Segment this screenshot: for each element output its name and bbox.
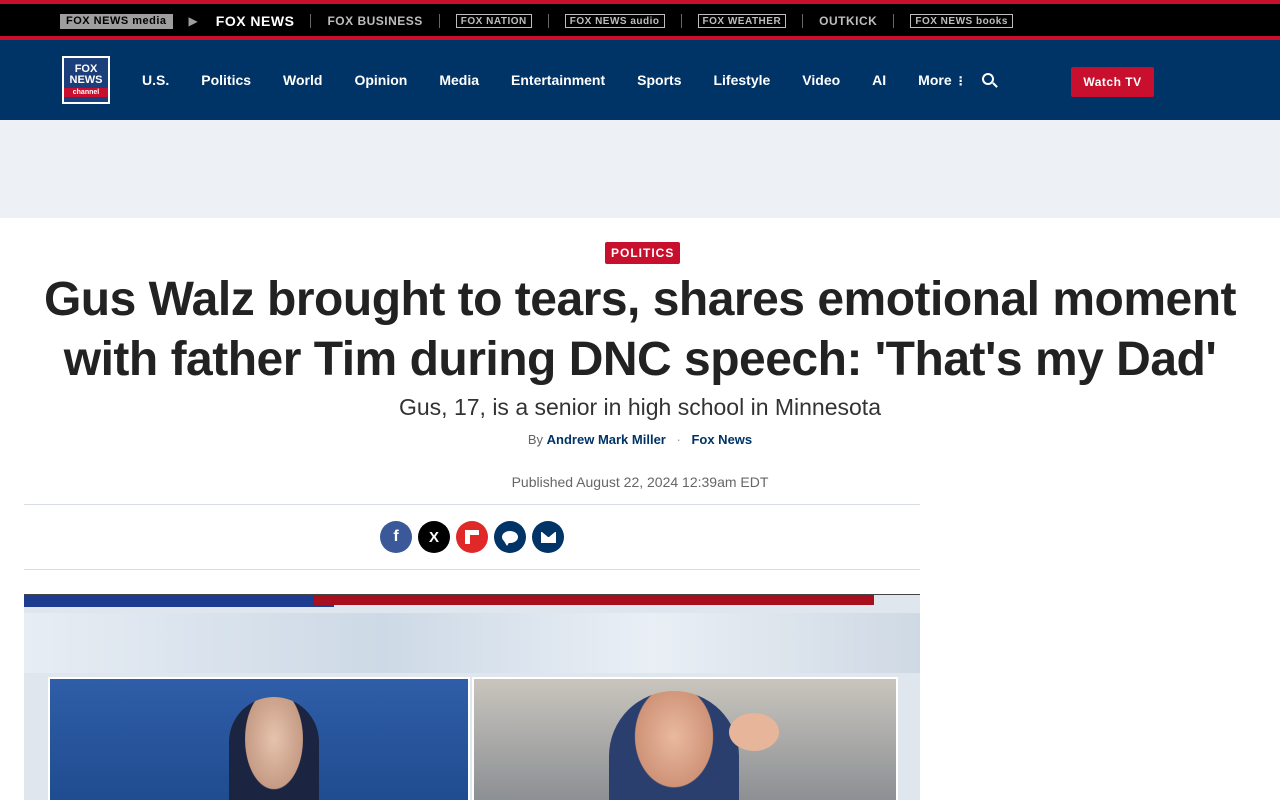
main-navigation: FOX NEWS channel U.S. Politics World Opi… [0,40,1280,120]
flipboard-share-button[interactable] [456,521,488,553]
source-link[interactable]: Fox News [691,432,752,447]
search-icon-handle [992,82,998,88]
image-backdrop [24,613,920,673]
brand-fox-news-books[interactable]: FOX NEWS books [910,14,1013,28]
x-icon: X [428,528,439,546]
logo-text-channel: channel [64,87,108,97]
image-speaker-figure [229,697,319,800]
featured-image[interactable] [24,594,920,800]
brand-fox-news-media[interactable]: FOX NEWS media [60,13,173,29]
brand-divider [310,14,312,28]
nav-item-sports[interactable]: Sports [621,72,697,88]
brand-divider [802,14,804,28]
brand-fox-business[interactable]: FOX BUSINESS [327,14,422,28]
more-dots-icon: ⋮ [954,74,967,88]
nav-item-more[interactable]: More ⋮ [902,72,982,88]
nav-item-video[interactable]: Video [786,72,856,88]
network-brand-bar: FOX NEWS media ▶ FOX NEWS FOX BUSINESS F… [0,0,1280,40]
facebook-share-button[interactable]: f [380,521,412,553]
nav-item-lifestyle[interactable]: Lifestyle [697,72,786,88]
logo-text-news: NEWS [69,73,103,86]
comments-button[interactable] [494,521,526,553]
ad-placeholder [0,120,1280,218]
nav-item-opinion[interactable]: Opinion [338,72,423,88]
brand-divider [893,14,895,28]
nav-item-entertainment[interactable]: Entertainment [495,72,621,88]
nav-menu: U.S. Politics World Opinion Media Entert… [126,40,983,120]
email-share-button[interactable] [532,521,564,553]
image-pointing-hand [729,713,779,751]
nav-item-us[interactable]: U.S. [126,72,185,88]
published-timestamp: Published August 22, 2024 12:39am EDT [511,474,769,490]
byline-separator: · [676,432,681,447]
brand-fox-weather[interactable]: FOX WEATHER [697,14,787,28]
share-bar: f X [24,504,920,570]
brand-fox-news-audio[interactable]: FOX NEWS audio [564,14,665,28]
facebook-icon: f [393,528,399,545]
play-arrow-icon: ▶ [188,14,198,28]
article-subheadline: Gus, 17, is a senior in high school in M… [399,394,881,420]
author-link[interactable]: Andrew Mark Miller [547,432,666,447]
comment-bubble-icon [502,531,518,546]
nav-more-label: More [918,72,952,88]
logo-text-fox: FOX [74,62,98,75]
image-red-banner [314,595,874,605]
category-badge[interactable]: POLITICS [605,242,681,264]
brand-divider [547,14,549,28]
brand-fox-nation[interactable]: FOX NATION [455,14,532,28]
fox-news-logo[interactable]: FOX NEWS channel [62,56,110,104]
image-blue-banner [24,595,334,607]
brand-outkick[interactable]: OUTKICK [819,14,877,28]
share-icon-group: f X [380,521,570,553]
brand-fox-news[interactable]: FOX NEWS [216,13,295,29]
brand-list: FOX NEWS media ▶ FOX NEWS FOX BUSINESS F… [60,10,1013,32]
nav-item-world[interactable]: World [267,72,338,88]
nav-item-politics[interactable]: Politics [185,72,267,88]
x-share-button[interactable]: X [418,521,450,553]
byline-prefix: By [527,432,544,447]
brand-divider [680,14,682,28]
article-headline: Gus Walz brought to tears, shares emotio… [43,273,1237,386]
article-byline: By Andrew Mark Miller · Fox News [20,432,1260,447]
nav-item-media[interactable]: Media [423,72,495,88]
brand-divider [438,14,440,28]
logo-mark: FOX NEWS channel [64,58,108,102]
search-icon[interactable] [982,73,998,89]
flipboard-icon [465,530,479,544]
envelope-icon [540,531,556,543]
watch-tv-button[interactable]: Watch TV [1071,67,1154,97]
nav-item-ai[interactable]: AI [856,72,902,88]
